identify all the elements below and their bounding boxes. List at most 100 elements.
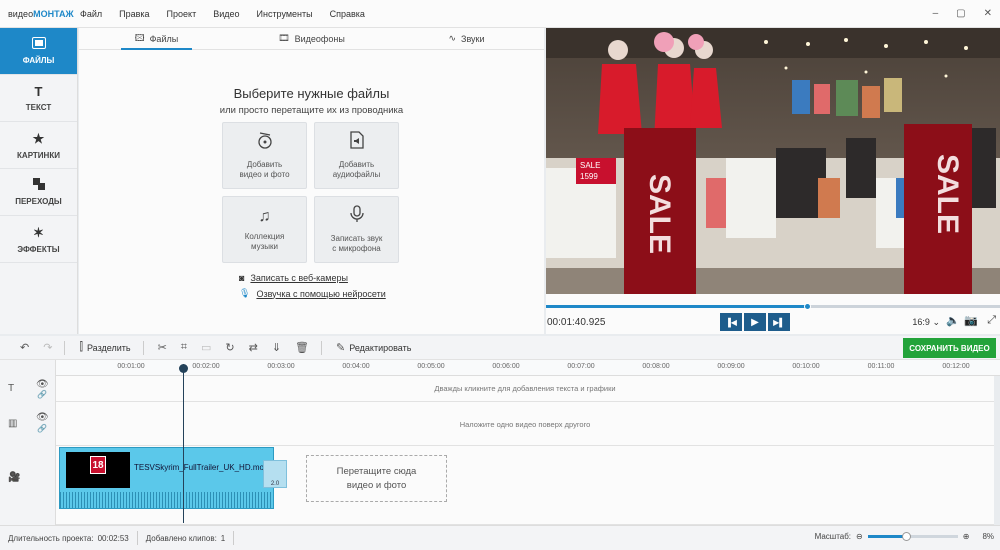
ruler-tick-label: 00:04:00 — [342, 363, 370, 370]
drop-zone[interactable]: Перетащите сюда видео и фото — [306, 455, 447, 502]
price-tag-price: 1599 — [580, 172, 598, 181]
video-camera-icon: 🎥 — [8, 472, 21, 483]
close-icon[interactable]: ✕ — [984, 8, 992, 19]
preview-progress-bar[interactable] — [546, 303, 1000, 310]
next-frame-button[interactable]: ▶▌ — [768, 313, 790, 331]
film-icon: 🎞 — [278, 33, 290, 43]
split-icon: ⫿ — [79, 341, 83, 353]
link-icon[interactable]: 🔗 — [37, 390, 47, 399]
menu-edit[interactable]: Правка — [119, 9, 149, 19]
microphone-icon — [349, 205, 364, 229]
music-collection-button[interactable]: ♫ Коллекция музыки — [222, 196, 307, 263]
image-icon: 🖾 — [134, 32, 145, 43]
edit-button[interactable]: ✎ Редактировать — [336, 341, 411, 354]
tab-video-backgrounds[interactable]: 🎞 Видеофоны — [234, 28, 389, 49]
insert-icon[interactable]: ⇓ — [272, 341, 281, 354]
fullscreen-icon[interactable]: ⤢ — [987, 314, 996, 327]
tab-sounds[interactable]: ∿ Звуки — [389, 28, 544, 49]
panel-title: Выберите нужные файлы — [233, 86, 390, 101]
rotate-icon[interactable]: ↻ — [225, 341, 234, 354]
redo-icon[interactable]: ↷ — [43, 341, 52, 354]
menu-file[interactable]: Файл — [80, 9, 102, 19]
zoom-in-icon[interactable]: ⊕ — [963, 532, 970, 541]
sidebar-item-files[interactable]: ФАЙЛЫ — [0, 28, 77, 75]
ruler-tick-label: 00:05:00 — [417, 363, 445, 370]
webcam-icon: ◙ — [239, 273, 245, 283]
video-clip[interactable]: 18 TESVSkyrim_FullTrailer_UK_HD.mov — [59, 447, 274, 509]
edit-toolbar: ↶ ↷ ⫿ Разделить ✂ ⌗ ▭ ↻ ⇄ ⇓ 🗑 ✎ Редактиров… — [0, 336, 1000, 360]
menu-tools[interactable]: Инструменты — [257, 9, 313, 19]
undo-icon[interactable]: ↶ — [20, 341, 29, 354]
ruler-tick-label: 00:11:00 — [867, 363, 895, 370]
minimize-icon[interactable]: – — [933, 8, 939, 19]
zoom-control: Масштаб: ⊖ ⊕ 8% — [814, 532, 994, 541]
waveform-icon: ∿ — [448, 33, 457, 43]
play-button[interactable]: ▶ — [744, 313, 766, 331]
menu-video[interactable]: Видео — [213, 9, 239, 19]
webcam-link[interactable]: ◙ Записать с веб-камеры — [239, 273, 386, 283]
progress-handle[interactable] — [804, 303, 812, 310]
star-icon: ★ — [32, 130, 45, 146]
video-frame[interactable]: SALE 1599 SALE SALE — [546, 28, 1000, 294]
link-icon[interactable]: 🔗 — [37, 424, 47, 433]
playhead[interactable] — [183, 364, 184, 523]
transitions-icon — [32, 178, 45, 193]
sidebar-item-pictures[interactable]: ★ КАРТИНКИ — [0, 122, 77, 169]
ruler-tick-label: 00:12:00 — [942, 363, 970, 370]
previous-frame-button[interactable]: ▐◀ — [720, 313, 742, 331]
ruler-tick-label: 00:06:00 — [492, 363, 520, 370]
text-track-icon: T — [8, 383, 15, 394]
zoom-handle[interactable] — [901, 532, 911, 541]
playhead-handle[interactable] — [179, 364, 188, 373]
split-button[interactable]: ⫿ Разделить — [79, 341, 130, 354]
status-bar: Длительность проекта: 00:02:53 Добавлено… — [0, 525, 1000, 550]
add-video-photo-button[interactable]: Добавить видео и фото — [222, 122, 307, 189]
text-track[interactable]: Дважды кликните для добавления текста и … — [56, 376, 994, 402]
ai-voiceover-link[interactable]: 🎙 Озвучка с помощью нейросети — [239, 288, 386, 299]
volume-icon[interactable]: 🔈 — [946, 314, 960, 327]
eye-icon[interactable]: 👁 — [36, 412, 49, 423]
sidebar-item-effects[interactable]: ✶ ЭФФЕКТЫ — [0, 216, 77, 263]
overlay-track[interactable]: Наложите одно видео поверх другого — [56, 402, 994, 446]
add-tiles: Добавить видео и фото Добавить аудиофайл… — [222, 122, 400, 263]
music-note-icon: ♫ — [258, 208, 271, 225]
zoom-value: 8% — [982, 532, 994, 541]
maximize-icon[interactable]: ▢ — [956, 8, 965, 19]
clip-filename: TESVSkyrim_FullTrailer_UK_HD.mov — [134, 463, 268, 472]
edit-icon: ✎ — [336, 342, 346, 354]
tab-files[interactable]: 🖾 Файлы — [79, 28, 234, 50]
film-reel-icon — [256, 131, 274, 155]
app-logo: видеоМОНТАЖ — [8, 8, 74, 19]
transition-marker[interactable]: 2.0 — [263, 460, 287, 488]
store-scene-image: SALE 1599 SALE SALE — [546, 28, 1000, 294]
text-icon: T — [34, 84, 43, 99]
add-audio-button[interactable]: Добавить аудиофайлы — [314, 122, 399, 189]
record-microphone-button[interactable]: Записать звук с микрофона — [314, 196, 399, 263]
files-panel: 🖾 Файлы 🎞 Видеофоны ∿ Звуки Выберите нужные… — [79, 28, 544, 334]
project-duration: 00:02:53 — [97, 533, 129, 543]
sidebar-item-transitions[interactable]: ПЕРЕХОДЫ — [0, 169, 77, 216]
eye-icon[interactable]: 👁 — [36, 379, 49, 390]
frame-icon[interactable]: ▭ — [201, 341, 211, 354]
cut-icon[interactable]: ✂ — [158, 341, 167, 354]
ruler-tick-label: 00:08:00 — [642, 363, 670, 370]
timeline-ruler[interactable]: 00:01:00 00:02:00 00:03:00 00:04:00 00:05:00… — [56, 360, 1000, 376]
save-video-button[interactable]: СОХРАНИТЬ ВИДЕО — [903, 338, 996, 358]
replace-media-icon[interactable]: ⇄ — [249, 341, 258, 354]
window-controls: – ▢ ✕ — [933, 8, 992, 19]
audio-waveform — [60, 492, 273, 508]
zoom-out-icon[interactable]: ⊖ — [856, 532, 863, 541]
menu-help[interactable]: Справка — [330, 9, 365, 19]
title-bar: видеоМОНТАЖ Файл Правка Проект Видео Инс… — [0, 0, 1000, 28]
crop-icon[interactable]: ⌗ — [181, 341, 187, 354]
chevron-down-icon: ⌄ — [932, 317, 940, 327]
zoom-slider[interactable] — [867, 532, 958, 541]
overlay-track-icon: ▥ — [8, 418, 18, 429]
delete-icon[interactable]: 🗑 — [295, 341, 309, 354]
snapshot-icon[interactable]: 📷 — [964, 314, 978, 327]
mic-small-icon: 🎙 — [239, 288, 251, 298]
sidebar-item-text[interactable]: T ТЕКСТ — [0, 75, 77, 122]
menu-project[interactable]: Проект — [167, 9, 197, 19]
overlay-track-header: ▥ 👁 🔗 — [0, 402, 56, 446]
aspect-ratio-select[interactable]: 16:9 ⌄ — [912, 317, 940, 328]
